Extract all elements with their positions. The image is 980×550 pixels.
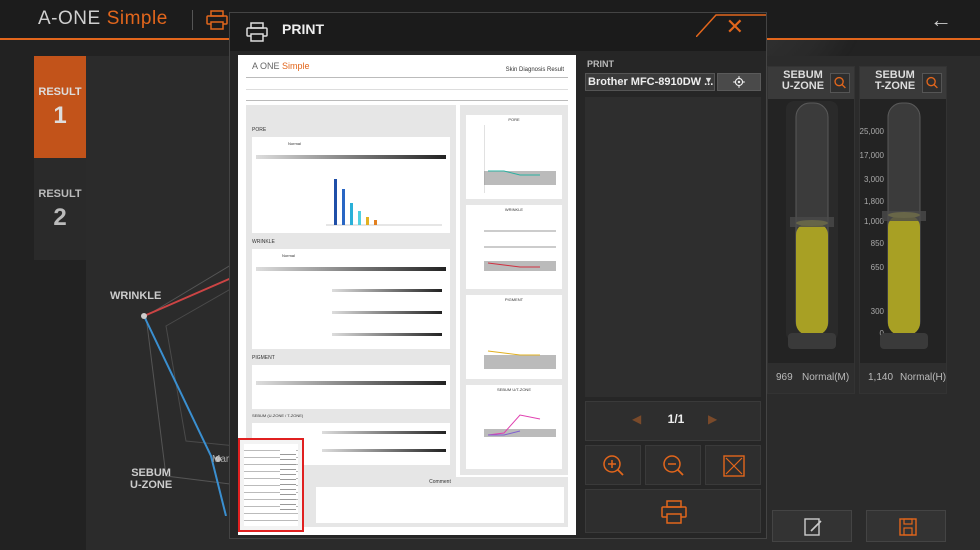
paper-info-table <box>246 77 568 101</box>
paper-pore-card: Normal <box>252 137 450 233</box>
previous-page-icon[interactable]: ◀ <box>632 412 641 426</box>
print-dialog-header: PRINT ✕ <box>230 13 766 51</box>
paper-pore-bar-chart <box>326 179 442 226</box>
paper-wrinkle-scale <box>256 267 446 271</box>
paper-comment-box: Comment <box>312 477 568 527</box>
sebum-t-zone-readout: 1,140 Normal(H) <box>860 363 946 393</box>
paper-comment-area <box>316 487 564 523</box>
sebum-t-zone-value: 1,140 <box>868 372 894 383</box>
magnifier-icon[interactable] <box>830 73 850 93</box>
paper-section-pigment: PIGMENT <box>252 355 275 361</box>
sebum-u-zone-value: 969 <box>776 372 793 383</box>
edit-icon <box>804 518 822 536</box>
paper-mini-chart-title: PORE <box>508 117 520 122</box>
result-tab-number: 1 <box>53 102 67 129</box>
printer-select[interactable]: Brother MFC-8910DW ... <box>585 73 715 91</box>
paper-wrinkle-scale <box>332 311 442 314</box>
paper-section-sebum: SEBUM (U-ZONE / T-ZONE) <box>252 413 304 418</box>
paper-mini-chart-plot <box>484 125 556 193</box>
paper-mini-chart-title: PIGMENT <box>504 297 524 302</box>
app-root: A-ONE Simple ← RESULT 1 RESULT 2 WRINKLE … <box>0 0 980 550</box>
fit-page-icon <box>723 455 745 477</box>
paper-report-title: Skin Diagnosis Result <box>505 67 564 73</box>
radar-label-partial: Mar <box>212 454 230 465</box>
paper-brand: A ONE Simple <box>252 61 310 71</box>
result-tab-1[interactable]: RESULT 1 <box>34 56 86 158</box>
sebum-u-zone-readout: 969 Normal(M) <box>768 363 854 393</box>
paper-sebum-scale <box>322 449 446 452</box>
paper-section-pore: PORE <box>252 127 267 133</box>
print-section-label: PRINT <box>587 59 614 69</box>
save-button[interactable] <box>866 510 946 542</box>
paper-wrinkle-card: Normal <box>252 249 450 349</box>
logo-divider <box>192 10 193 30</box>
paper-mini-chart-plot <box>484 230 556 271</box>
paper-wrinkle-status: Normal <box>282 253 295 258</box>
close-icon[interactable]: ✕ <box>726 14 744 40</box>
print-dialog: PRINT ✕ A ONE Simple Skin Diagnosis Resu… <box>229 12 767 539</box>
paper-mini-chart-plot <box>484 350 556 369</box>
column-title: SEBUM T-ZONE <box>874 69 916 92</box>
page-thumbnail[interactable] <box>238 438 304 532</box>
zoom-in-button[interactable] <box>585 445 641 485</box>
paper-mini-chart-title: WRINKLE <box>504 207 524 212</box>
sebum-u-zone-tube <box>786 101 838 349</box>
sebum-t-zone-tube <box>880 102 928 349</box>
paper-section-wrinkle: WRINKLE <box>252 239 275 245</box>
paper-pigment-card <box>252 365 450 409</box>
paper-comment-label: Comment <box>429 479 451 485</box>
magnifier-icon[interactable] <box>922 73 942 93</box>
paper-mini-chart: SEBUM U/T-ZONE <box>466 385 562 469</box>
column-title: SEBUM U-ZONE <box>781 69 825 92</box>
paper-pore-status: Normal <box>288 141 301 146</box>
printer-name: Brother MFC-8910DW ... <box>588 76 714 88</box>
chevron-down-icon[interactable]: ▼ <box>704 75 713 85</box>
zoom-out-button[interactable] <box>645 445 701 485</box>
print-dialog-title: PRINT <box>282 21 324 37</box>
paper-pigment-scale <box>256 381 446 385</box>
sebum-u-zone-status: Normal(M) <box>802 372 850 383</box>
fit-page-button[interactable] <box>705 445 761 485</box>
printer-icon <box>246 22 268 42</box>
back-arrow-icon[interactable]: ← <box>930 7 952 33</box>
paper-wrinkle-scale <box>332 289 442 292</box>
paper-pore-scale <box>256 155 446 159</box>
page-navigator: ◀ 1/1 ▶ <box>585 401 761 441</box>
print-options-panel: PRINT Brother MFC-8910DW ... ▼ ◀ 1/1 ▶ <box>585 55 763 537</box>
radar-label-wrinkle: WRINKLE <box>110 290 162 302</box>
sebum-t-zone-column: SEBUM T-ZONE 25,000 17,000 3,000 1,800 1… <box>859 66 947 394</box>
sebum-t-zone-header: SEBUM T-ZONE <box>860 67 946 99</box>
zoom-in-icon <box>603 455 624 476</box>
page-indicator: 1/1 <box>667 412 685 426</box>
paper-mini-chart: PIGMENT <box>466 295 562 379</box>
print-button[interactable] <box>585 489 761 533</box>
result-tab-2[interactable]: RESULT 2 <box>34 158 86 260</box>
sebum-u-zone-column: SEBUM U-ZONE 969 Normal(M) <box>767 66 855 394</box>
paper-sebum-scale <box>322 431 446 434</box>
result-tab-label: RESULT <box>38 86 82 98</box>
next-page-icon[interactable]: ▶ <box>708 412 717 426</box>
print-options-area <box>585 97 761 397</box>
paper-mini-chart: WRINKLE <box>466 205 562 289</box>
save-icon <box>899 518 917 536</box>
printer-icon[interactable] <box>206 10 228 30</box>
logo-accent: Simple <box>106 8 168 29</box>
radar-label-sebum-u: SEBUM U-ZONE <box>130 467 173 491</box>
paper-mini-chart-plot <box>484 414 556 437</box>
thumbnail-right-column <box>280 450 296 510</box>
paper-wrinkle-scale <box>332 333 442 336</box>
zoom-out-icon <box>663 455 684 476</box>
printer-icon <box>661 500 687 524</box>
sebum-u-zone-header: SEBUM U-ZONE <box>768 67 854 99</box>
logo-main: A-ONE <box>38 8 101 29</box>
paper-mini-chart: PORE <box>466 115 562 199</box>
result-tab-number: 2 <box>53 204 67 231</box>
edit-button[interactable] <box>772 510 852 542</box>
result-tab-label: RESULT <box>38 188 82 200</box>
sebum-t-zone-status: Normal(H) <box>900 372 947 383</box>
gear-icon[interactable] <box>717 73 761 91</box>
printer-row: Brother MFC-8910DW ... ▼ <box>585 73 761 91</box>
paper-mini-chart-title: SEBUM U/T-ZONE <box>496 387 531 392</box>
app-logo: A-ONE Simple <box>38 8 168 30</box>
